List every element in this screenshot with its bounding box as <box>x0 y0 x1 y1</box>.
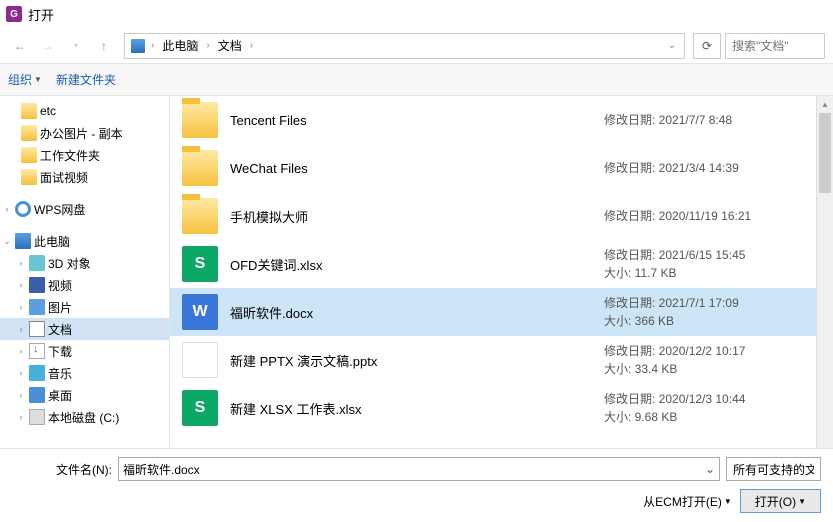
chevron-down-icon[interactable]: ⌄ <box>666 40 678 51</box>
forward-button[interactable]: → <box>36 34 60 58</box>
pptx-icon <box>182 342 218 378</box>
file-meta: 修改日期: 2021/3/4 14:39 <box>604 159 804 177</box>
file-name: Tencent Files <box>230 113 592 128</box>
file-row[interactable]: 手机模拟大师修改日期: 2020/11/19 16:21 <box>170 192 816 240</box>
file-meta: 修改日期: 2020/12/3 10:44大小: 9.68 KB <box>604 390 804 426</box>
tree-item-interview[interactable]: 面试视频 <box>0 166 169 188</box>
filename-label: 文件名(N): <box>12 461 112 478</box>
folder-icon <box>182 198 218 234</box>
organize-menu[interactable]: 组织 ▼ <box>8 71 42 88</box>
search-input[interactable] <box>732 39 818 53</box>
sheet-icon: S <box>182 390 218 426</box>
folder-icon <box>21 147 37 163</box>
file-row[interactable]: Tencent Files 修改日期: 2021/7/7 8:48 <box>170 96 816 144</box>
wps-icon <box>15 201 31 217</box>
sidebar: etc 办公图片 - 副本 工作文件夹 面试视频 ›WPS网盘 ⌄此电脑 ›3D… <box>0 96 170 448</box>
scroll-thumb[interactable] <box>819 113 831 193</box>
filename-combo[interactable]: ⌄ <box>118 457 720 481</box>
tree-item-thispc[interactable]: ⌄此电脑 <box>0 230 169 252</box>
sheet-icon: S <box>182 246 218 282</box>
main-area: etc 办公图片 - 副本 工作文件夹 面试视频 ›WPS网盘 ⌄此电脑 ›3D… <box>0 96 833 448</box>
pc-icon <box>15 233 31 249</box>
tree-item-desktop[interactable]: ›桌面 <box>0 384 169 406</box>
pic-icon <box>29 299 45 315</box>
tree-item-3d[interactable]: ›3D 对象 <box>0 252 169 274</box>
chevron-right-icon: › <box>149 40 156 51</box>
file-list: Tencent Files 修改日期: 2021/7/7 8:48 WeChat F… <box>170 96 816 448</box>
file-meta: 修改日期: 2021/7/1 17:09大小: 366 KB <box>604 294 804 330</box>
titlebar: G 打开 <box>0 0 833 28</box>
tree-item-diskc[interactable]: ›本地磁盘 (C:) <box>0 406 169 428</box>
breadcrumb-docs[interactable]: 文档 <box>216 37 244 54</box>
tree-item-work[interactable]: 工作文件夹 <box>0 144 169 166</box>
folder-icon <box>21 103 37 119</box>
file-row[interactable]: 新建 PPTX 演示文稿.pptx 修改日期: 2020/12/2 10:17大小… <box>170 336 816 384</box>
file-meta: 修改日期: 2021/7/7 8:48 <box>604 111 804 129</box>
file-meta: 修改日期: 2020/11/19 16:21 <box>604 207 804 225</box>
footer: 文件名(N): ⌄ 所有可支持的文件 从ECM打开(E) ▼ 打开(O) ▼ <box>0 448 833 521</box>
music-icon <box>29 365 45 381</box>
file-name: 福昕软件.docx <box>230 303 592 322</box>
file-name: WeChat Files <box>230 161 592 176</box>
file-row[interactable]: W 福昕软件.docx 修改日期: 2021/7/1 17:09大小: 366 KB <box>170 288 816 336</box>
scroll-up-button[interactable]: ▲ <box>817 96 833 113</box>
tree-item-etc[interactable]: etc <box>0 100 169 122</box>
folder-icon <box>21 125 37 141</box>
up-button[interactable]: ↑ <box>92 34 116 58</box>
cube-icon <box>29 255 45 271</box>
chevron-down-icon[interactable]: ⌄ <box>701 462 719 476</box>
docx-icon: W <box>182 294 218 330</box>
file-type-filter[interactable]: 所有可支持的文件 <box>726 457 821 481</box>
search-box[interactable] <box>725 33 825 59</box>
new-folder-button[interactable]: 新建文件夹 <box>56 71 116 88</box>
tree-item-wps[interactable]: ›WPS网盘 <box>0 198 169 220</box>
folder-icon <box>182 102 218 138</box>
toolbar: 组织 ▼ 新建文件夹 <box>0 64 833 96</box>
refresh-button[interactable]: ⟳ <box>693 33 721 59</box>
file-meta: 修改日期: 2021/6/15 15:45大小: 11.7 KB <box>604 246 804 282</box>
back-button[interactable]: ← <box>8 34 32 58</box>
scrollbar[interactable]: ▲ <box>816 96 833 448</box>
tree-item-pictures[interactable]: ›图片 <box>0 296 169 318</box>
tree-item-music[interactable]: ›音乐 <box>0 362 169 384</box>
ecm-open-button[interactable]: 从ECM打开(E) ▼ <box>643 493 732 510</box>
chevron-right-icon: › <box>204 40 211 51</box>
address-bar[interactable]: › 此电脑 › 文档 › ⌄ <box>124 33 685 59</box>
chevron-right-icon: › <box>248 40 255 51</box>
tree-item-video[interactable]: ›视频 <box>0 274 169 296</box>
tree-item-documents[interactable]: ›文档 <box>0 318 169 340</box>
file-row[interactable]: S OFD关键词.xlsx 修改日期: 2021/6/15 15:45大小: 11.… <box>170 240 816 288</box>
open-button[interactable]: 打开(O) ▼ <box>740 489 821 513</box>
file-name: 手机模拟大师 <box>230 207 592 226</box>
navbar: ← → ▾ ↑ › 此电脑 › 文档 › ⌄ ⟳ <box>0 28 833 64</box>
tree-item-downloads[interactable]: ›下载 <box>0 340 169 362</box>
breadcrumb-thispc[interactable]: 此电脑 <box>160 37 200 54</box>
tree-item-pics[interactable]: 办公图片 - 副本 <box>0 122 169 144</box>
app-icon: G <box>6 6 22 22</box>
file-name: OFD关键词.xlsx <box>230 255 592 274</box>
file-name: 新建 PPTX 演示文稿.pptx <box>230 351 592 370</box>
pc-icon <box>131 39 145 53</box>
disk-icon <box>29 409 45 425</box>
file-row[interactable]: WeChat Files 修改日期: 2021/3/4 14:39 <box>170 144 816 192</box>
filename-input[interactable] <box>119 462 701 476</box>
window-title: 打开 <box>28 5 54 24</box>
file-row[interactable]: S 新建 XLSX 工作表.xlsx 修改日期: 2020/12/3 10:44大小… <box>170 384 816 432</box>
doc-icon <box>29 321 45 337</box>
download-icon <box>29 343 45 359</box>
file-name: 新建 XLSX 工作表.xlsx <box>230 399 592 418</box>
video-icon <box>29 277 45 293</box>
recent-button[interactable]: ▾ <box>64 34 88 58</box>
file-meta: 修改日期: 2020/12/2 10:17大小: 33.4 KB <box>604 342 804 378</box>
desktop-icon <box>29 387 45 403</box>
folder-icon <box>182 150 218 186</box>
folder-icon <box>21 169 37 185</box>
